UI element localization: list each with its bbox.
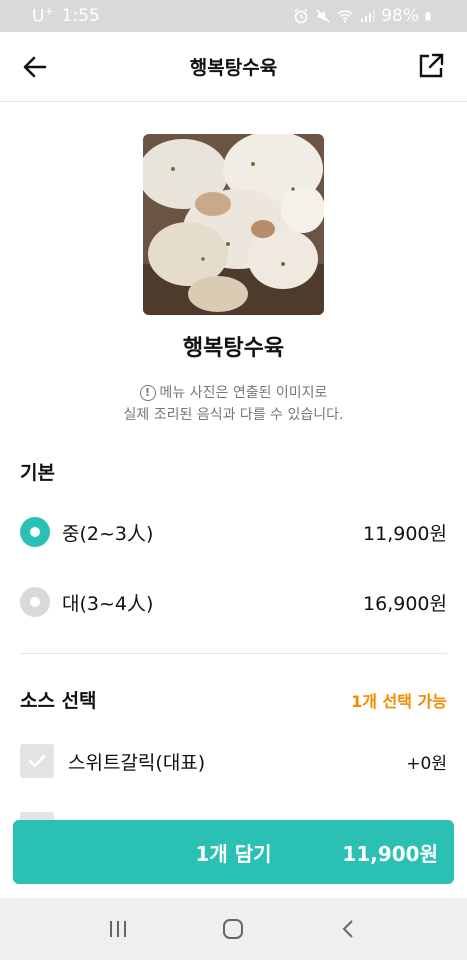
size-option-medium[interactable]: 중(2~3人) 11,900원 [20,512,447,552]
check-icon [28,754,46,768]
radio-unselected-icon[interactable] [20,587,50,617]
signal-icon [361,10,375,22]
product-name: 행복탕수육 [182,336,285,361]
exclamation-icon: ! [139,385,156,401]
option-price: 16,900원 [363,592,447,615]
sauce-option-sweet-garlic[interactable]: 스위트갈릭(대표) +0원 [20,741,447,781]
status-right: 98% [293,6,435,26]
status-left: U+ 1:55 [32,5,100,27]
back-arrow-icon[interactable] [20,52,50,82]
screen: U+ 1:55 98% 행복탕수육 행복탕수육 ! 메뉴 사진은 연출된 이미지… [0,0,467,960]
wifi-icon [337,10,353,23]
add-to-cart-button[interactable]: 1개 담기 11,900원 [13,820,454,884]
sauce-price: +0원 [406,753,447,774]
sauce-label: 스위트갈릭(대표) [68,751,206,774]
checkbox[interactable] [20,744,54,778]
share-icon[interactable] [417,52,445,80]
chevron-left-icon [342,920,353,938]
carrier-label: U+ [32,5,54,27]
size-option-large[interactable]: 대(3~4人) 16,900원 [20,582,447,622]
battery-icon [425,11,431,21]
system-back-button[interactable] [329,909,369,949]
selection-limit-hint: 1개 선택 가능 [351,692,447,711]
mute-icon [316,9,330,23]
recent-apps-button[interactable] [98,909,138,949]
clock: 1:55 [61,6,100,26]
recents-icon [109,921,126,937]
alarm-icon [294,8,308,24]
battery-percent: 98% [381,6,419,26]
option-label: 중(2~3人) [62,522,154,545]
home-button[interactable] [213,909,253,949]
product-photo [143,134,324,315]
radio-selected-icon[interactable] [20,517,50,547]
disclaimer-line-1: ! 메뉴 사진은 연출된 이미지로 [0,382,467,404]
home-icon [223,919,244,939]
sauce-section-title: 소스 선택 [20,690,97,712]
basic-section-title: 기본 [20,462,55,484]
page-title: 행복탕수육 [189,57,278,79]
option-price: 11,900원 [363,522,447,545]
section-divider [20,653,447,654]
top-app-bar: 행복탕수육 [0,32,467,102]
option-label: 대(3~4人) [62,592,154,615]
disclaimer-text-2: 실제 조리된 음식과 다를 수 있습니다. [123,407,344,423]
disclaimer-line-2: 실제 조리된 음식과 다를 수 있습니다. [0,404,467,426]
system-nav-bar [0,898,467,960]
status-bar: U+ 1:55 98% [0,0,467,32]
add-to-cart-price: 11,900원 [342,841,438,866]
disclaimer-text-1: 메뉴 사진은 연출된 이미지로 [159,385,328,401]
photo-disclaimer: ! 메뉴 사진은 연출된 이미지로 실제 조리된 음식과 다를 수 있습니다. [0,382,467,426]
fried-pork-photo-image [143,134,324,315]
